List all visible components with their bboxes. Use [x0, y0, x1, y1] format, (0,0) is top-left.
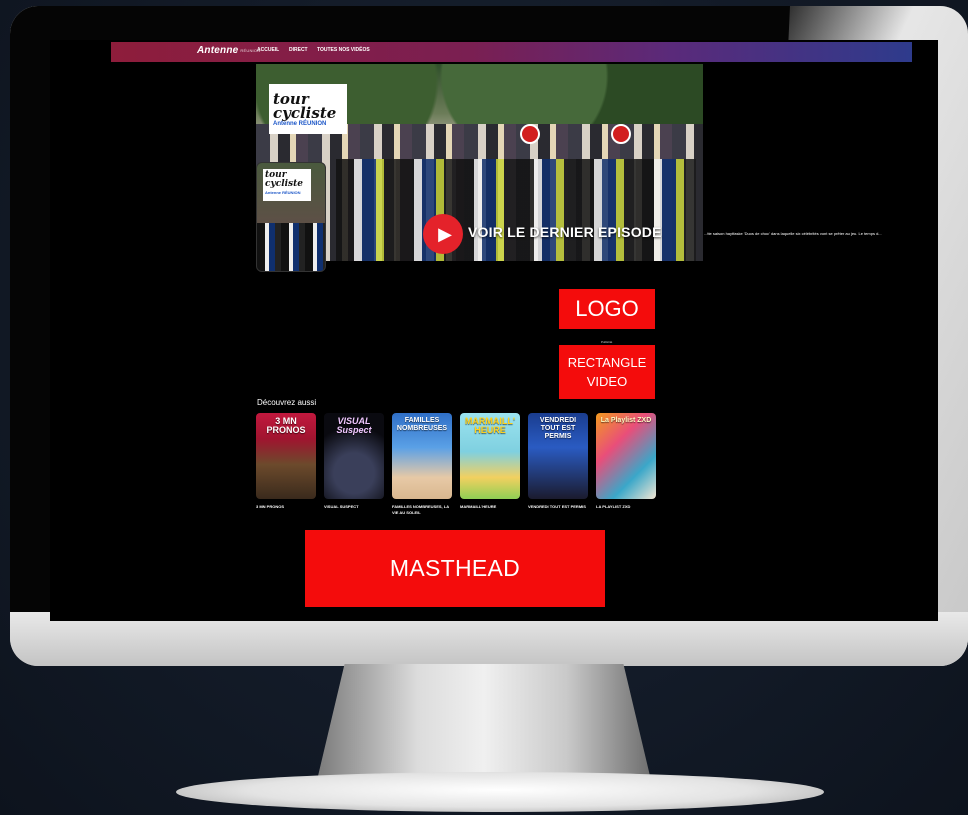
show-logo-card: tour cycliste Antenne RÉUNION: [269, 84, 347, 134]
show-tile[interactable]: La Playlist ZXD: [596, 413, 656, 499]
tile-label[interactable]: MARMAILL'HEURE: [460, 504, 524, 510]
ad-placeholder-logo: LOGO: [559, 289, 655, 329]
tile-art: [596, 413, 656, 499]
show-tile[interactable]: VISUAL Suspect: [324, 413, 384, 499]
tile-label[interactable]: VISUAL SUSPECT: [324, 504, 388, 510]
hero-cta-text[interactable]: VOIR LE DERNIER EPISODE: [468, 224, 662, 240]
show-tile[interactable]: FAMILLES NOMBREUSES: [392, 413, 452, 499]
poster-logo: tour cycliste Antenne RÉUNION: [263, 169, 311, 201]
site-logo[interactable]: Antenne RÉUNION: [197, 42, 260, 58]
no-entry-sign: [611, 124, 631, 144]
nav-link-videos[interactable]: TOUTES NOS VIDÉOS: [317, 47, 370, 53]
nav-link-accueil[interactable]: ACCUEIL: [257, 47, 279, 53]
monitor-stand-neck: [318, 664, 650, 776]
tile-label[interactable]: FAMILLES NOMBREUSES, LA VIE AU SOLEIL: [392, 504, 456, 516]
show-brand: Antenne RÉUNION: [273, 120, 327, 127]
tile-label[interactable]: LA PLAYLIST ZXD: [596, 504, 660, 510]
play-button[interactable]: ▶: [423, 214, 463, 254]
poster-title: tour cycliste: [265, 170, 303, 189]
monitor-stand-foot: [176, 772, 824, 812]
show-title: tour cycliste: [273, 89, 337, 122]
tile-art-text: 3 MN PRONOS: [266, 416, 306, 435]
nav-link-direct[interactable]: DIRECT: [289, 47, 308, 53]
rect-label-line1: RECTANGLE: [567, 355, 647, 370]
ad-placeholder-masthead: MASTHEAD: [305, 530, 605, 607]
tile-art-text: FAMILLES NOMBREUSES: [396, 417, 448, 432]
no-entry-sign: [520, 124, 540, 144]
site-logo-text: Antenne: [197, 44, 239, 56]
show-tile[interactable]: 3 MN PRONOS: [256, 413, 316, 499]
show-tile[interactable]: VENDREDI TOUT EST PERMIS: [528, 413, 588, 499]
poster-brand: Antenne RÉUNION: [265, 190, 301, 195]
show-tile[interactable]: MARMAILL' HEURE: [460, 413, 520, 499]
poster-riders: [257, 223, 325, 271]
show-poster-thumbnail[interactable]: tour cycliste Antenne RÉUNION: [256, 162, 326, 272]
tile-art-text: MARMAILL' HEURE: [464, 416, 516, 435]
tile-label[interactable]: 3 MN PRONOS: [256, 504, 320, 510]
ad-caption: Publicité: [601, 340, 613, 344]
section-title: Découvrez aussi: [257, 398, 317, 407]
tile-label[interactable]: VENDREDI TOUT EST PERMIS: [528, 504, 592, 510]
rect-label-line2: VIDEO: [586, 374, 628, 389]
monitor-screen: Antenne RÉUNION ACCUEIL DIRECT TOUTES NO…: [50, 40, 938, 621]
hero-riders: [336, 159, 696, 261]
hero-description: ...tte saison haytfaske 'Duos de choc' d…: [704, 231, 882, 236]
play-icon: ▶: [438, 223, 452, 244]
tile-art-text: La Playlist ZXD: [600, 417, 652, 424]
tile-art-text: VISUAL Suspect: [336, 416, 372, 435]
tile-art-text: VENDREDI TOUT EST PERMIS: [539, 417, 577, 440]
ad-placeholder-rectangle-video: RECTANGLE VIDEO: [559, 345, 655, 399]
